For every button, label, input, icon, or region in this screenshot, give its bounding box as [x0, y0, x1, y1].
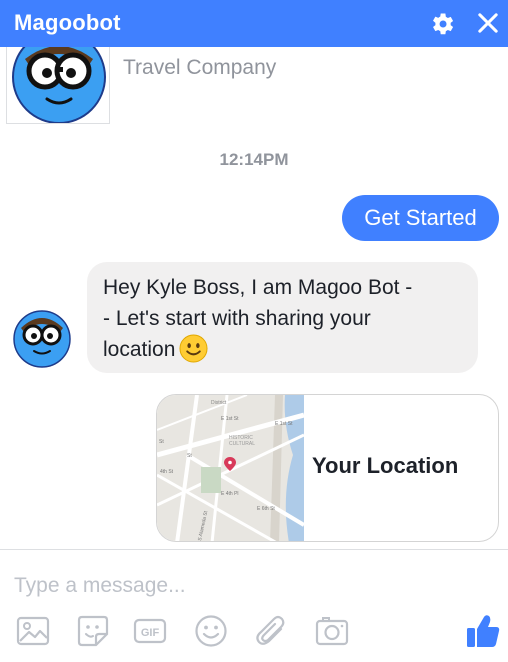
map-label-street: E 1st St [221, 416, 239, 422]
bot-subtitle: Travel Company [123, 56, 277, 79]
gif-label: GIF [141, 627, 160, 639]
thumbs-up-icon[interactable] [465, 612, 501, 650]
gif-icon[interactable]: GIF [133, 614, 167, 648]
incoming-line: Hey Kyle Boss, I am Magoo Bot - [103, 276, 413, 299]
location-card-title: Your Location [312, 453, 459, 478]
map-label-street: St [159, 439, 164, 445]
close-icon[interactable] [474, 9, 502, 37]
map-label-street: E 6th St [257, 506, 275, 512]
incoming-line: - Let's start with sharing your [103, 307, 371, 330]
map-label-street: 4th St [160, 469, 174, 475]
incoming-line-last: location [103, 334, 462, 365]
map-label-district: District [211, 400, 227, 406]
chat-header: Magoobot [0, 0, 508, 47]
incoming-line-text: location [103, 338, 176, 361]
image-icon[interactable] [16, 614, 50, 648]
emoji-icon[interactable] [194, 614, 228, 648]
chat-title: Magoobot [14, 10, 121, 35]
outgoing-message-bubble: Get Started [342, 195, 499, 241]
map-thumbnail[interactable]: District E 1st St E 1st St HISTORIC CULT… [157, 395, 304, 542]
map-label-street: E 1st St [275, 421, 293, 427]
bot-avatar [13, 310, 71, 368]
location-card[interactable]: District E 1st St E 1st St HISTORIC CULT… [156, 394, 499, 542]
composer-divider [0, 549, 508, 550]
bot-profile-avatar [6, 47, 110, 124]
attachment-icon[interactable] [254, 614, 288, 648]
map-label-street: St [187, 453, 192, 459]
sticker-icon[interactable] [76, 614, 110, 648]
incoming-message-bubble: Hey Kyle Boss, I am Magoo Bot - - Let's … [87, 262, 478, 373]
camera-icon[interactable] [315, 614, 349, 648]
map-label-cultural: CULTURAL [229, 441, 255, 447]
gear-icon[interactable] [428, 10, 456, 38]
message-input[interactable] [14, 570, 484, 602]
map-label-street: E 4th Pl [221, 491, 239, 497]
smiley-emoji-icon [179, 334, 208, 363]
message-timestamp: 12:14PM [219, 150, 289, 169]
